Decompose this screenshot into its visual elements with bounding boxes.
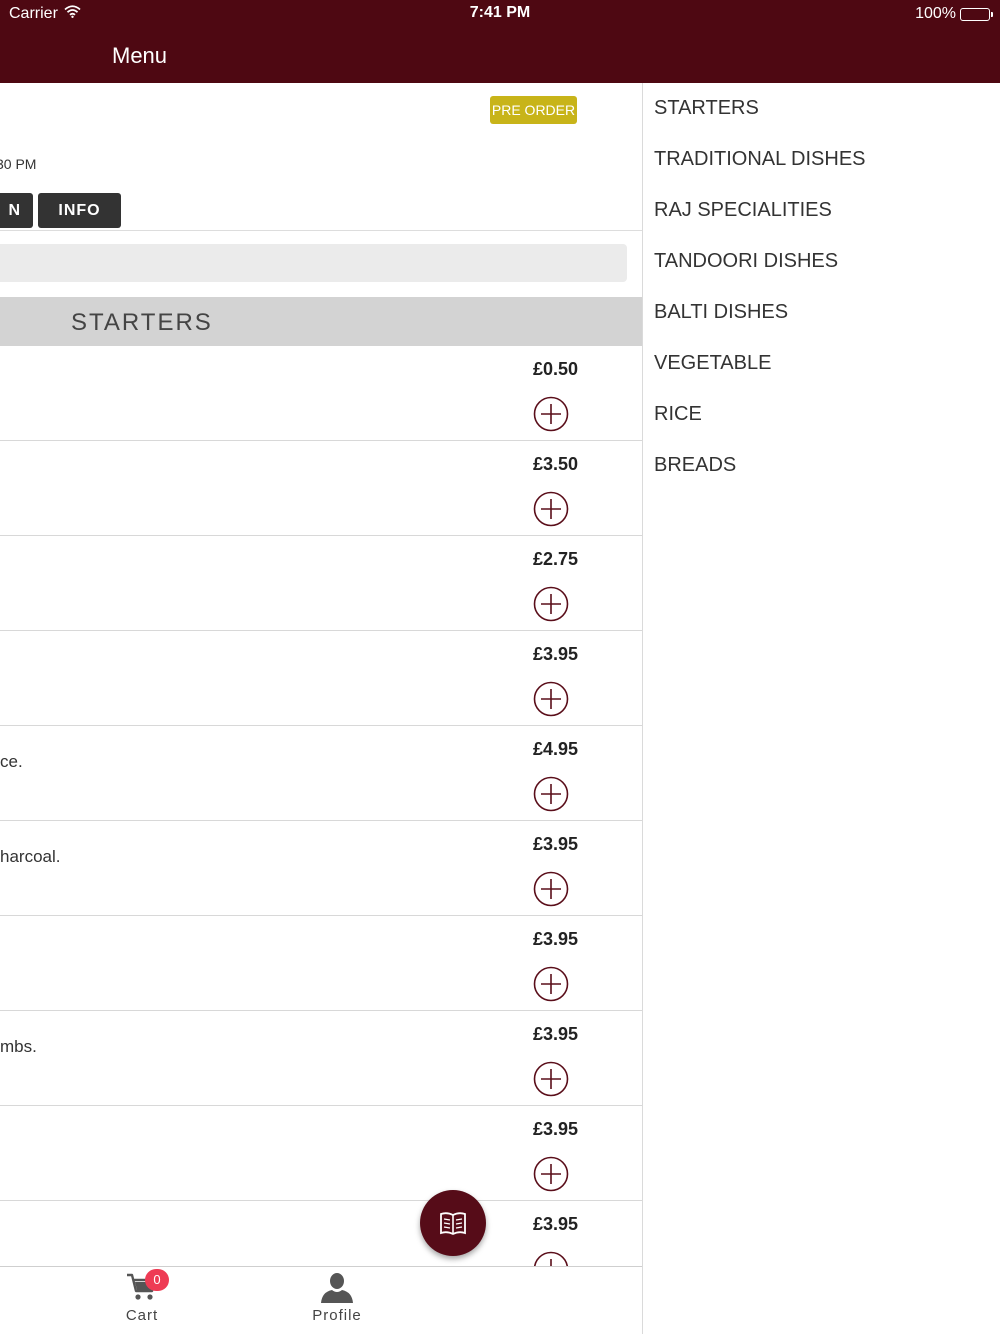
plus-circle-icon — [533, 586, 569, 622]
plus-circle-icon — [533, 776, 569, 812]
menu-item: £3.50 — [0, 441, 642, 536]
category-item-balti-dishes[interactable]: BALTI DISHES — [654, 299, 866, 350]
tab-profile[interactable]: Profile — [292, 1267, 382, 1334]
app-header: Carrier 7:41 PM 100% Menu — [0, 0, 1000, 83]
battery-icon — [960, 7, 993, 21]
tab-info[interactable]: INFO — [38, 193, 121, 228]
opening-hours-text: 30 PM — [0, 156, 37, 172]
add-item-button[interactable] — [533, 681, 569, 717]
item-price: £3.95 — [532, 1214, 578, 1234]
plus-circle-icon — [533, 491, 569, 527]
search-input[interactable] — [0, 244, 627, 282]
category-sidebar: STARTERS TRADITIONAL DISHES RAJ SPECIALI… — [643, 83, 1000, 1334]
item-price: £3.95 — [532, 929, 578, 949]
cart-count-badge: 0 — [145, 1269, 169, 1291]
page-title: Menu — [112, 43, 168, 68]
category-section-title: STARTERS — [71, 309, 213, 336]
menu-item: £3.95 — [0, 1106, 642, 1201]
tab-cart[interactable]: 0 Cart — [97, 1267, 187, 1334]
menu-item: £2.75 — [0, 536, 642, 631]
add-item-button[interactable] — [533, 966, 569, 1002]
menu-book-button[interactable] — [420, 1190, 486, 1256]
item-price: £4.95 — [532, 739, 578, 759]
item-description: ce. — [0, 752, 23, 771]
item-price: £0.50 — [532, 359, 578, 379]
item-description: harcoal. — [0, 847, 61, 866]
category-section-header: STARTERS — [0, 297, 642, 346]
tab-partial[interactable]: N — [0, 193, 33, 228]
status-time: 7:41 PM — [469, 4, 531, 21]
category-item-raj-specialities[interactable]: RAJ SPECIALITIES — [654, 197, 866, 248]
item-description: mbs. — [0, 1037, 37, 1056]
person-icon — [319, 1270, 355, 1304]
tab-profile-label: Profile — [312, 1307, 362, 1324]
menu-item: £3.95 — [0, 631, 642, 726]
plus-circle-icon — [533, 871, 569, 907]
category-list: STARTERS TRADITIONAL DISHES RAJ SPECIALI… — [654, 95, 866, 503]
category-item-traditional-dishes[interactable]: TRADITIONAL DISHES — [654, 146, 866, 197]
add-item-button[interactable] — [533, 586, 569, 622]
item-price: £3.95 — [532, 644, 578, 664]
add-item-button[interactable] — [533, 1061, 569, 1097]
plus-circle-icon — [533, 1156, 569, 1192]
add-item-button[interactable] — [533, 776, 569, 812]
bottom-tab-bar: 0 Cart Profile — [0, 1266, 642, 1334]
add-item-button[interactable] — [533, 1156, 569, 1192]
plus-circle-icon — [533, 396, 569, 432]
item-price: £3.95 — [532, 1119, 578, 1139]
item-price: £3.95 — [532, 834, 578, 854]
add-item-button[interactable] — [533, 491, 569, 527]
plus-circle-icon — [533, 681, 569, 717]
menu-item: mbs. £3.95 — [0, 1011, 642, 1106]
book-icon — [440, 1212, 466, 1236]
menu-items-list: £0.50 £3.50 £2.75 £3.95 ce. £4.95 harcoa… — [0, 346, 642, 1296]
menu-item: harcoal. £3.95 — [0, 821, 642, 916]
item-price: £3.95 — [532, 1024, 578, 1044]
plus-circle-icon — [533, 1061, 569, 1097]
menu-item: £3.95 — [0, 916, 642, 1011]
app-root: Carrier 7:41 PM 100% Menu PRE ORDER 30 P… — [0, 0, 1000, 1334]
add-item-button[interactable] — [533, 871, 569, 907]
category-item-tandoori-dishes[interactable]: TANDOORI DISHES — [654, 248, 866, 299]
category-item-rice[interactable]: RICE — [654, 401, 866, 452]
add-item-button[interactable] — [533, 396, 569, 432]
item-price: £3.50 — [532, 454, 578, 474]
item-price: £2.75 — [532, 549, 578, 569]
category-item-breads[interactable]: BREADS — [654, 452, 866, 503]
menu-content-panel[interactable]: PRE ORDER 30 PM N INFO STARTERS £0.50 £3… — [0, 83, 642, 1334]
divider — [0, 230, 642, 231]
status-right: 100% — [915, 5, 993, 23]
category-item-starters[interactable]: STARTERS — [654, 95, 866, 146]
plus-circle-icon — [533, 966, 569, 1002]
category-item-vegetable[interactable]: VEGETABLE — [654, 350, 866, 401]
preorder-badge[interactable]: PRE ORDER — [490, 96, 577, 124]
menu-item: ce. £4.95 — [0, 726, 642, 821]
battery-percent: 100% — [915, 5, 956, 22]
menu-item: £0.50 — [0, 346, 642, 441]
tab-cart-label: Cart — [125, 1307, 159, 1324]
